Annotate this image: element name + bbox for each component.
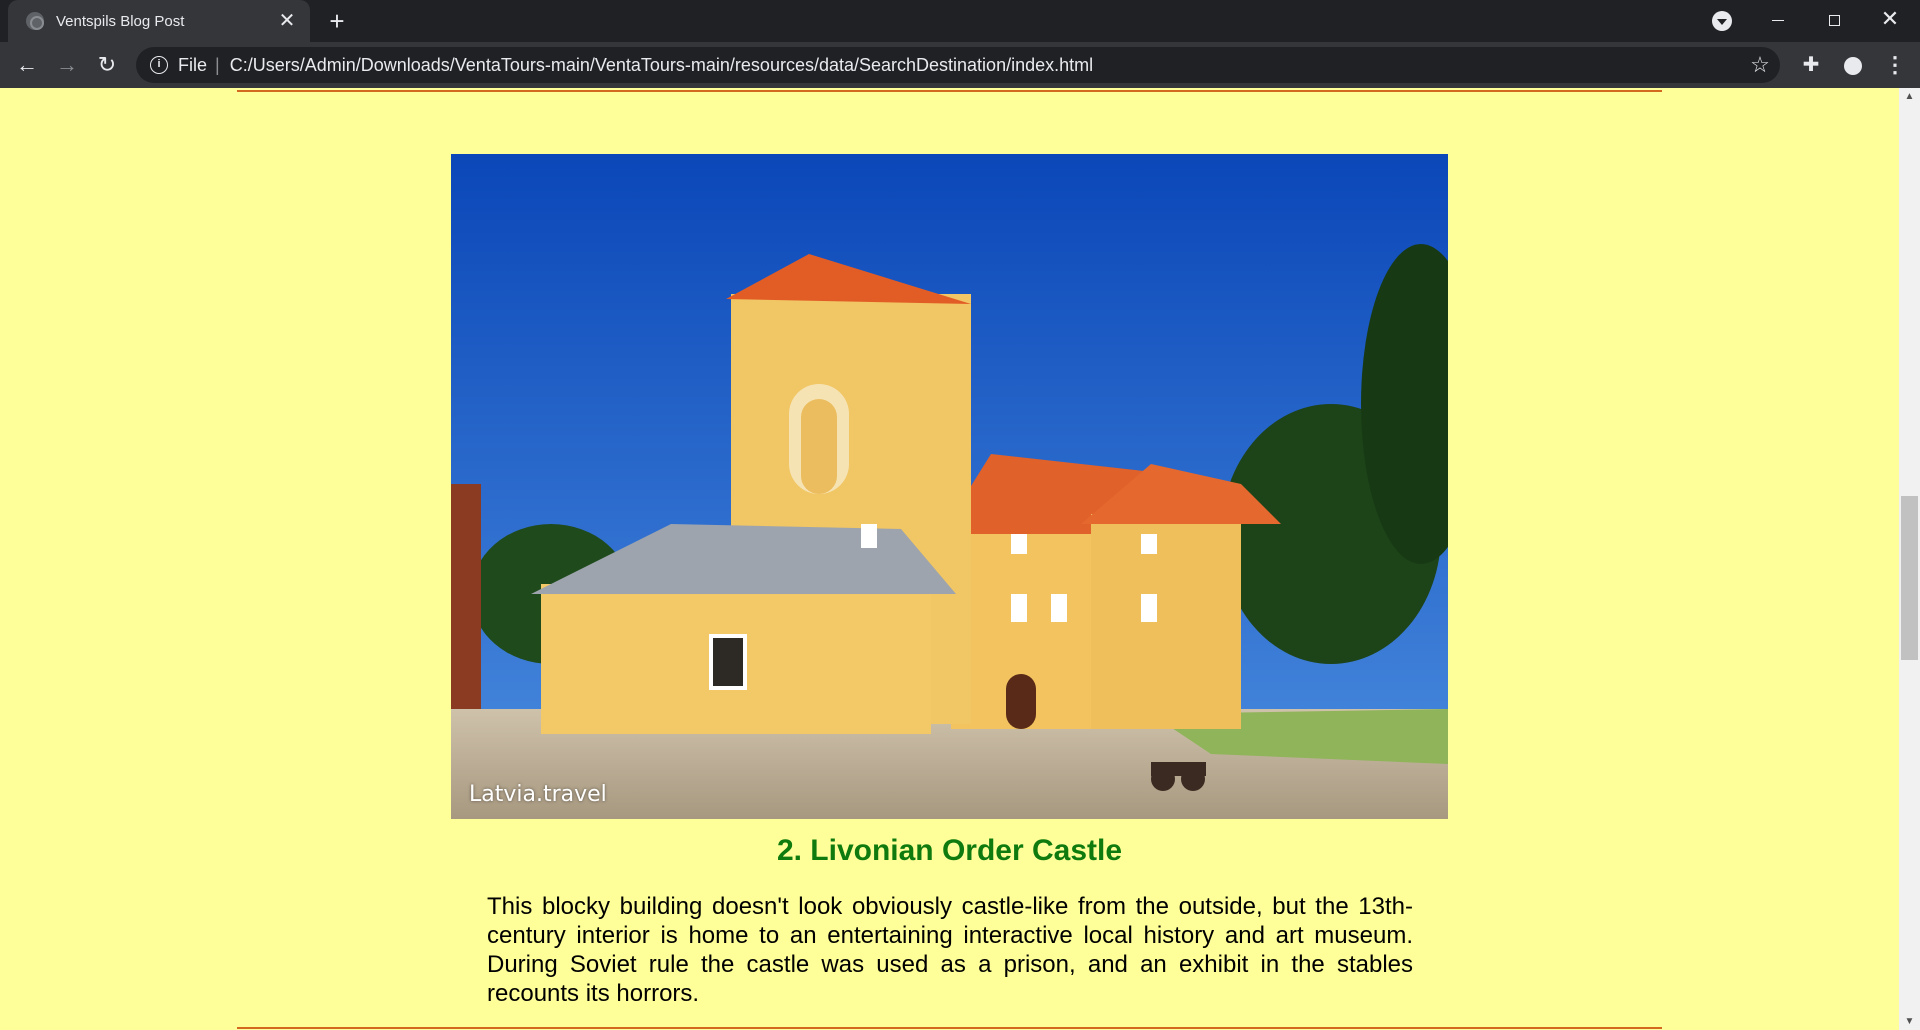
new-tab-button[interactable]: + (322, 6, 352, 36)
browser-toolbar: ← → ↻ i File | C:/Users/Admin/Downloads/… (0, 42, 1920, 88)
castle-illustration (451, 154, 1448, 819)
scheme-label: File (178, 54, 208, 75)
globe-icon (26, 12, 44, 30)
tab-search-icon[interactable] (1712, 11, 1732, 31)
info-icon[interactable]: i (150, 56, 168, 74)
section-heading: 2. Livonian Order Castle (776, 834, 1123, 867)
scroll-up-arrow-icon[interactable]: ▲ (1899, 88, 1920, 105)
star-icon[interactable]: ☆ (1740, 52, 1780, 78)
scroll-down-arrow-icon[interactable]: ▼ (1899, 1013, 1920, 1030)
restore-button[interactable] (1806, 0, 1862, 40)
section-body: This blocky building doesn't look obviou… (487, 893, 1413, 1007)
kebab-menu-icon[interactable]: ⋮ (1880, 50, 1910, 80)
address-bar[interactable]: i File | C:/Users/Admin/Downloads/VentaT… (136, 47, 1780, 83)
tab-title: Ventspils Blog Post (56, 12, 185, 30)
account-icon[interactable] (1838, 50, 1868, 80)
reload-icon[interactable]: ↻ (92, 50, 122, 80)
forward-arrow-icon[interactable]: → (52, 50, 82, 80)
browser-tab[interactable]: Ventspils Blog Post ✕ (8, 0, 310, 42)
page-viewport: Latvia.travel 2. Livonian Order Castle T… (0, 88, 1899, 1030)
castle-photo: Latvia.travel (451, 154, 1448, 819)
section-divider (237, 1027, 1662, 1029)
vertical-scrollbar[interactable]: ▲ ▼ (1899, 88, 1920, 1030)
minimize-button[interactable] (1750, 0, 1806, 40)
url-text[interactable]: C:/Users/Admin/Downloads/VentaTours-main… (230, 55, 1740, 76)
scrollbar-thumb[interactable] (1901, 496, 1918, 660)
tab-strip: Ventspils Blog Post ✕ + ✕ (0, 0, 1920, 42)
back-arrow-icon[interactable]: ← (12, 50, 42, 80)
address-separator: | (215, 54, 220, 75)
image-caption: Latvia.travel (469, 782, 607, 807)
close-window-button[interactable]: ✕ (1862, 0, 1918, 40)
close-tab-icon[interactable]: ✕ (276, 10, 298, 32)
section-divider (237, 90, 1662, 92)
puzzle-icon[interactable]: ✚ (1796, 50, 1826, 80)
